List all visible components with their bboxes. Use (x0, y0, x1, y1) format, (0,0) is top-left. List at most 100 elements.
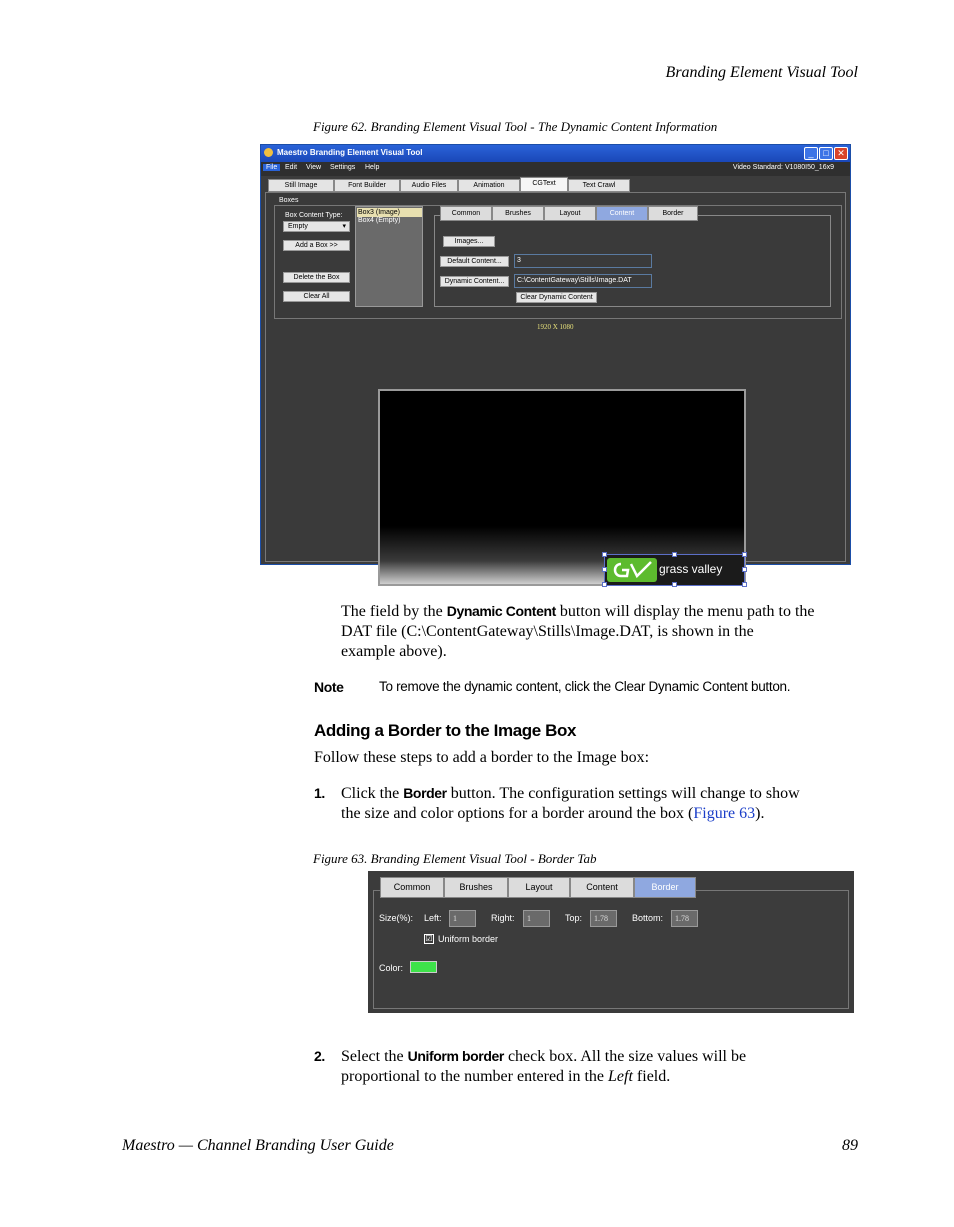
right-label: Right: (491, 913, 515, 923)
images-button[interactable]: Images... (443, 236, 495, 247)
left-size-input[interactable]: 1 (449, 910, 476, 927)
top-label: Top: (565, 913, 583, 923)
text: button will display the menu path to the (555, 603, 815, 620)
resize-handle[interactable] (602, 582, 607, 587)
border-settings-group (373, 890, 849, 1009)
subtab-layout[interactable]: Layout (544, 206, 596, 221)
text: field. (632, 1068, 671, 1085)
logo-text: grass valley (659, 562, 723, 576)
text: ). (755, 805, 765, 822)
tab-animation[interactable]: Animation (458, 179, 520, 192)
maximize-button[interactable]: □ (819, 147, 833, 160)
color-swatch[interactable] (410, 961, 437, 973)
menu-help[interactable]: Help (365, 164, 379, 171)
right-size-input[interactable]: 1 (523, 910, 550, 927)
resize-handle[interactable] (742, 582, 747, 587)
figure-62-caption: Figure 62. Branding Element Visual Tool … (313, 119, 718, 134)
video-standard: Video Standard: V1080I50_16x9 (732, 164, 834, 171)
subtab-content[interactable]: Content (596, 206, 648, 221)
paragraph-dynamic-content: The field by the Dynamic Content button … (341, 601, 861, 662)
border-tab-screenshot: Common Brushes Layout Content Border Siz… (368, 871, 854, 1013)
resize-handle[interactable] (602, 567, 607, 572)
tab-text-crawl[interactable]: Text Crawl (568, 179, 630, 192)
subtab-common[interactable]: Common (440, 206, 492, 221)
figure-63-caption: Figure 63. Branding Element Visual Tool … (313, 851, 597, 866)
clear-all-button[interactable]: Clear All (283, 291, 350, 302)
uniform-border-label: Uniform border (438, 934, 499, 944)
text: Select the (341, 1048, 408, 1065)
menu-view[interactable]: View (306, 164, 321, 171)
text: proportional to the number entered in th… (341, 1068, 609, 1085)
default-content-field[interactable]: 3 (514, 254, 652, 268)
clear-dynamic-content-button[interactable]: Clear Dynamic Content (516, 292, 597, 303)
box-content-type-label: Box Content Type: (285, 212, 343, 219)
subtab-brushes[interactable]: Brushes (492, 206, 544, 221)
text: the size and color options for a border … (341, 805, 694, 822)
box-list[interactable]: Box3 (Image) Box4 (Empty) (355, 206, 423, 307)
menu-edit[interactable]: Edit (285, 164, 297, 171)
step-number: 1. (314, 785, 325, 801)
dynamic-content-button[interactable]: Dynamic Content... (440, 276, 509, 287)
menu-file[interactable]: File (263, 164, 281, 171)
page-number: 89 (842, 1137, 858, 1154)
text: check box. All the size values will be (503, 1048, 747, 1065)
resize-handle[interactable] (602, 552, 607, 557)
cgtext-panel: Boxes Box Content Type: Empty ▾ Box3 (Im… (265, 192, 846, 587)
text: DAT file (C:\ContentGateway\Stills\Image… (341, 623, 754, 640)
close-button[interactable]: ✕ (834, 147, 848, 160)
tab-brushes[interactable]: Brushes (444, 877, 508, 898)
menu-settings[interactable]: Settings (330, 164, 355, 171)
tab-still-image[interactable]: Still Image (268, 179, 334, 192)
left-label: Left: (424, 913, 442, 923)
intro-text: Follow these steps to add a border to th… (314, 749, 650, 766)
color-label: Color: (379, 963, 404, 973)
bottom-size-input[interactable]: 1.78 (671, 910, 698, 927)
add-box-button[interactable]: Add a Box >> (283, 240, 350, 251)
dynamic-content-field[interactable]: C:\ContentGateway\Stills\Image.DAT (514, 274, 652, 288)
tab-common[interactable]: Common (380, 877, 444, 898)
step-2-text: Select the Uniform border check box. All… (341, 1046, 861, 1087)
subtab-border[interactable]: Border (648, 206, 698, 221)
text: The field by the (341, 603, 447, 620)
minimize-button[interactable]: _ (804, 147, 818, 160)
dropdown-arrow-icon: ▾ (342, 223, 346, 230)
app-window-screenshot: Maestro Branding Element Visual Tool _ □… (260, 144, 851, 587)
tab-layout[interactable]: Layout (508, 877, 570, 898)
footer-title: Maestro — Channel Branding User Guide (122, 1137, 394, 1154)
text: example above). (341, 643, 447, 660)
tab-cgtext[interactable]: CGText (520, 177, 568, 192)
window-title: Maestro Branding Element Visual Tool (277, 148, 423, 157)
step-number: 2. (314, 1048, 325, 1064)
running-header: Branding Element Visual Tool (665, 64, 858, 81)
list-item[interactable]: Box3 (Image) (357, 208, 422, 217)
bottom-label: Bottom: (632, 913, 664, 923)
delete-box-button[interactable]: Delete the Box (283, 272, 350, 283)
size-label: Size(%): (379, 913, 414, 923)
tab-font-builder[interactable]: Font Builder (334, 179, 400, 192)
note-text: To remove the dynamic content, click the… (379, 679, 791, 694)
title-bar: Maestro Branding Element Visual Tool _ □… (261, 145, 850, 162)
default-content-button[interactable]: Default Content... (440, 256, 509, 267)
resize-handle[interactable] (742, 567, 747, 572)
boxes-group-label: Boxes (279, 197, 299, 204)
uniform-border-checkbox[interactable]: ☑ (424, 934, 434, 944)
bold-term: Uniform border (407, 1048, 505, 1064)
gv-logo-icon (607, 558, 657, 582)
tab-border[interactable]: Border (634, 877, 696, 898)
resize-handle[interactable] (742, 552, 747, 557)
text: Click the (341, 785, 404, 802)
resize-handle[interactable] (672, 582, 677, 587)
resize-handle[interactable] (672, 552, 677, 557)
list-item[interactable]: Box4 (Empty) (358, 217, 400, 224)
menu-bar: File Edit View Settings Help Video Stand… (261, 162, 850, 176)
figure-63-link[interactable]: Figure 63 (693, 805, 755, 822)
italic-term: Left (608, 1068, 633, 1085)
box-content-type-select[interactable]: Empty ▾ (283, 221, 350, 232)
box-content-type-value: Empty (288, 223, 308, 230)
tab-content[interactable]: Content (570, 877, 634, 898)
top-size-input[interactable]: 1.78 (590, 910, 617, 927)
tab-audio-files[interactable]: Audio Files (400, 179, 458, 192)
resolution-label: 1920 X 1080 (537, 323, 574, 331)
step-1-text: Click the Border button. The configurati… (341, 783, 861, 824)
text: button. The configuration settings will … (446, 785, 800, 802)
